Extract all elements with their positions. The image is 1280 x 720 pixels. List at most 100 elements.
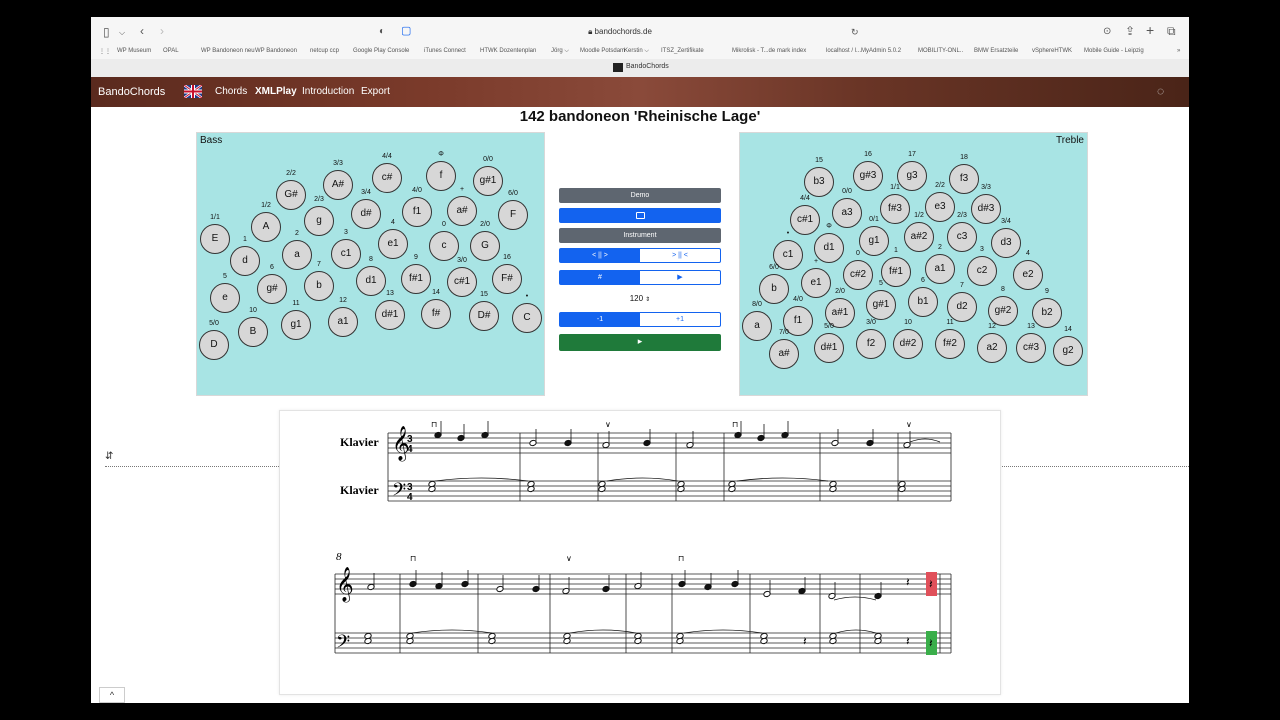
settings-icon[interactable]: ◌	[1157, 84, 1164, 98]
bookmark-item[interactable]: netcup ccp	[310, 48, 339, 54]
key-button[interactable]: f2	[856, 329, 886, 359]
key-button[interactable]: c#3	[1016, 333, 1046, 363]
bookmark-item[interactable]: Jörg ⌵	[551, 48, 569, 55]
tab-title[interactable]: BandoChords	[626, 63, 669, 70]
key-button[interactable]: d#1	[814, 333, 844, 363]
key-button[interactable]: f#	[421, 299, 451, 329]
key-button[interactable]: E	[200, 224, 230, 254]
key-button[interactable]: g#	[257, 274, 287, 304]
share-icon[interactable]: ⇪	[1125, 24, 1135, 38]
key-button[interactable]: d#1	[375, 300, 405, 330]
key-button[interactable]: F	[498, 200, 528, 230]
bookmark-item[interactable]: ITSZ_Zertifikate	[661, 48, 704, 54]
bookmark-item[interactable]: Mobile Guide - Leipzig	[1084, 48, 1144, 54]
key-fingering-label: 8	[1001, 286, 1005, 293]
bookmark-item[interactable]: OPAL	[163, 48, 179, 54]
sidebar-toggle-icon[interactable]: ▯	[103, 25, 110, 39]
key-button[interactable]: e2	[1013, 260, 1043, 290]
key-button[interactable]: g#2	[988, 296, 1018, 326]
key-button[interactable]: b1	[908, 287, 938, 317]
key-button[interactable]: e	[210, 283, 240, 313]
bookmark-item[interactable]: HTWK Dozentenplan	[480, 48, 536, 54]
bookmark-item[interactable]: BMW Ersatzteile	[974, 48, 1018, 54]
key-fingering-label: 2	[295, 230, 299, 237]
bookmark-item[interactable]: WP Bandoneon	[255, 48, 297, 54]
nav-chords[interactable]: Chords	[215, 86, 247, 97]
swap-icon[interactable]: ⇵	[105, 451, 113, 462]
key-button[interactable]: e1	[801, 268, 831, 298]
key-button[interactable]: g#1	[473, 166, 503, 196]
key-button[interactable]: G#	[276, 180, 306, 210]
key-button[interactable]: b	[759, 274, 789, 304]
key-fingering-label: 5/0	[209, 320, 219, 327]
key-button[interactable]: d	[230, 246, 260, 276]
bookmark-item[interactable]: Google Play Console	[353, 48, 409, 54]
more-bookmarks-icon[interactable]: »	[1177, 48, 1180, 54]
instrument-button[interactable]: Instrument	[559, 228, 721, 243]
bookmark-item[interactable]: Mikrolisk - T...de mark index	[732, 48, 806, 54]
key-button[interactable]: B	[238, 317, 268, 347]
bookmark-item[interactable]: vSphereHTWK	[1032, 48, 1072, 54]
back-icon[interactable]: ‹	[140, 24, 144, 38]
grid-icon[interactable]: ⋮⋮	[99, 48, 111, 55]
plus-one-button[interactable]: +1	[640, 313, 720, 326]
key-button[interactable]: a2	[977, 333, 1007, 363]
bookmark-item[interactable]: MOBILITY-ONL..	[918, 48, 963, 54]
download-icon[interactable]: ⊙	[1103, 25, 1111, 39]
new-tab-icon[interactable]: +	[1146, 23, 1154, 37]
stepper-icon: ⇕	[645, 297, 651, 303]
nav-xmlplay[interactable]: XMLPlay	[255, 86, 297, 97]
key-button[interactable]: a	[742, 311, 772, 341]
sharp-button[interactable]: #	[560, 271, 640, 284]
key-button[interactable]: A#	[323, 170, 353, 200]
key-button[interactable]: D	[199, 330, 229, 360]
scroll-up-icon[interactable]: ^	[99, 687, 125, 703]
key-fingering-label: 6/0	[769, 264, 779, 271]
address-bar[interactable]: 🔒︎ bandochords.de	[375, 23, 865, 41]
key-button[interactable]: g2	[1053, 336, 1083, 366]
key-button[interactable]: c1	[331, 239, 361, 269]
uk-flag-icon[interactable]	[183, 83, 203, 100]
key-button[interactable]: D#	[469, 301, 499, 331]
key-button[interactable]: c#	[372, 163, 402, 193]
key-button[interactable]: f#2	[935, 329, 965, 359]
key-button[interactable]: g#1	[866, 290, 896, 320]
key-button[interactable]: d#	[351, 199, 381, 229]
key-button[interactable]: d#2	[893, 329, 923, 359]
up-bow-mark: ∨	[605, 420, 611, 429]
bookmark-item[interactable]: localhost / l...MyAdmin 5.0.2	[826, 48, 901, 54]
tabs-overview-icon[interactable]: ⧉	[1167, 24, 1176, 38]
bookmark-item[interactable]: WP Museum	[117, 48, 151, 54]
demo-button[interactable]: Demo	[559, 188, 721, 203]
nav-export[interactable]: Export	[361, 86, 390, 97]
minus-one-button[interactable]: -1	[560, 313, 640, 326]
bookmark-item[interactable]: WP Bandoneon neu	[201, 48, 255, 54]
pull-button[interactable]: > || <	[640, 249, 720, 262]
bookmark-item[interactable]: Moodle Potsdam	[580, 48, 625, 54]
bookmark-item[interactable]: Kerstin ⌵	[624, 48, 649, 55]
chevron-down-icon[interactable]: ⌵	[119, 26, 125, 40]
key-button[interactable]: b3	[804, 167, 834, 197]
key-button[interactable]: d2	[947, 292, 977, 322]
key-button[interactable]: C	[512, 303, 542, 333]
key-button[interactable]: a#	[769, 339, 799, 369]
key-button[interactable]: g#3	[853, 161, 883, 191]
tempo-stepper[interactable]: 120 ⇕	[559, 294, 721, 303]
start-button[interactable]: ▸	[559, 334, 721, 351]
push-button[interactable]: < || >	[560, 249, 640, 262]
play-button[interactable]: ▶	[640, 271, 720, 284]
nav-introduction[interactable]: Introduction	[302, 86, 354, 97]
key-fingering-label: 14	[432, 289, 440, 296]
forward-icon[interactable]: ›	[160, 24, 164, 38]
key-button[interactable]: a1	[328, 307, 358, 337]
open-file-button[interactable]	[559, 208, 721, 223]
reload-icon[interactable]: ↻	[851, 25, 859, 39]
bookmark-item[interactable]: iTunes Connect	[424, 48, 466, 54]
key-button[interactable]: F#	[492, 264, 522, 294]
key-button[interactable]: b	[304, 271, 334, 301]
key-fingering-label: 18	[960, 154, 968, 161]
key-button[interactable]: g1	[281, 310, 311, 340]
key-fingering-label: +	[459, 186, 465, 193]
brand-link[interactable]: BandoChords	[98, 86, 165, 98]
key-button[interactable]: f1	[402, 197, 432, 227]
